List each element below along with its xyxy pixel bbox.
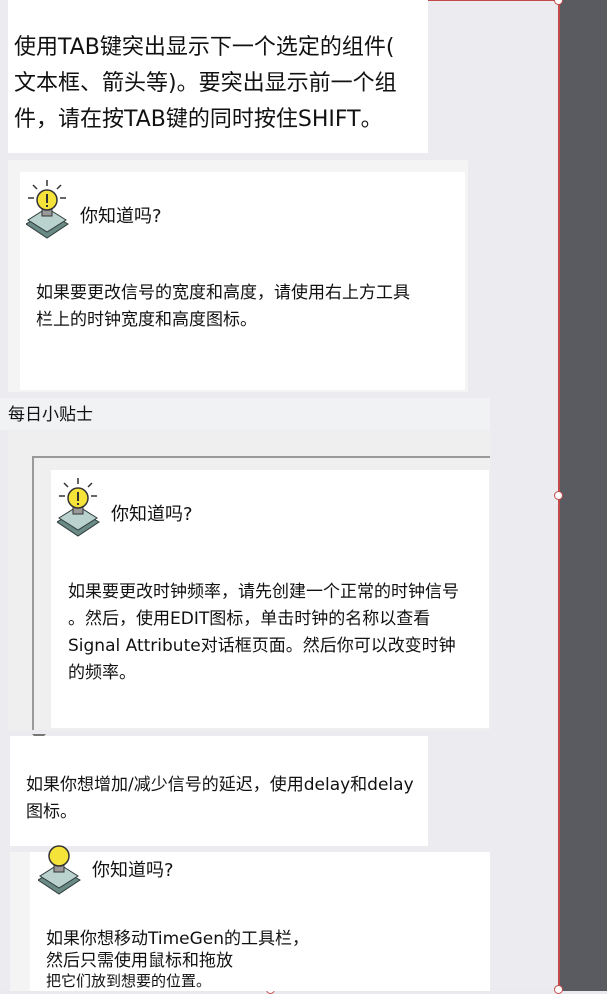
card2-line: 如果要更改时钟频率，请先创建一个正常的时钟信号 (68, 582, 459, 602)
intro-panel: 使用TAB键突出显示下一个选定的组件( 文本框、箭头等)。要突出显示前一个组 件… (8, 0, 428, 153)
card4: 你知道吗? 如果你想移动TimeGen的工具栏， 然后只需使用鼠标和拖放 把它们… (30, 845, 490, 991)
card2-body: 如果要更改时钟频率，请先创建一个正常的时钟信号 。然后，使用EDIT图标，单击时… (68, 579, 459, 687)
resize-handle-right[interactable] (554, 491, 563, 500)
card1-title: 你知道吗? (80, 206, 162, 227)
card3: 如果你想增加/减少信号的延迟，使用delay和delay 图标。 (10, 736, 428, 846)
card2-line: 。然后，使用EDIT图标，单击时钟的名称以查看 (68, 609, 431, 629)
card4-line: 把它们放到想要的位置。 (46, 972, 212, 990)
daily-tip-label: 每日小贴士 (8, 405, 93, 425)
card3-line: 如果你想增加/减少信号的延迟，使用delay和delay (26, 775, 414, 795)
intro-text: 使用TAB键突出显示下一个选定的组件( 文本框、箭头等)。要突出显示前一个组 件… (14, 30, 397, 138)
card4-line: 然后只需使用鼠标和拖放 (46, 951, 233, 971)
lightbulb-icon (38, 845, 81, 895)
card4-line: 如果你想移动TimeGen的工具栏， (46, 929, 310, 949)
daily-tip-header: 每日小贴士 (0, 398, 490, 430)
card1-line: 栏上的时钟宽度和高度图标。 (36, 310, 257, 330)
card2-line: Signal Attribute对话框页面。然后你可以改变时钟 (68, 636, 456, 656)
card1: 你知道吗? 如果要更改信号的宽度和高度，请使用右上方工具 栏上的时钟宽度和高度图… (20, 172, 465, 390)
card2-line: 的频率。 (68, 663, 136, 683)
right-dark-area (560, 0, 607, 991)
resize-handle-bottom-right[interactable] (554, 985, 563, 994)
card4-title: 你知道吗? (92, 860, 174, 881)
card1-body: 如果要更改信号的宽度和高度，请使用右上方工具 栏上的时钟宽度和高度图标。 (36, 280, 410, 334)
lightbulb-icon (57, 478, 100, 537)
lightbulb-icon (26, 180, 69, 239)
intro-line: 件，请在按TAB键的同时按住SHIFT。 (14, 107, 383, 132)
card3-body: 如果你想增加/减少信号的延迟，使用delay和delay 图标。 (26, 772, 414, 826)
card1-line: 如果要更改信号的宽度和高度，请使用右上方工具 (36, 283, 410, 303)
card4-body: 如果你想移动TimeGen的工具栏， 然后只需使用鼠标和拖放 把它们放到想要的位… (46, 928, 309, 990)
intro-line: 使用TAB键突出显示下一个选定的组件( (14, 35, 395, 60)
card3-line: 图标。 (26, 802, 77, 822)
card2-title: 你知道吗? (111, 504, 193, 525)
intro-line: 文本框、箭头等)。要突出显示前一个组 (14, 71, 397, 96)
card2: 你知道吗? 如果要更改时钟频率，请先创建一个正常的时钟信号 。然后，使用EDIT… (51, 470, 489, 728)
